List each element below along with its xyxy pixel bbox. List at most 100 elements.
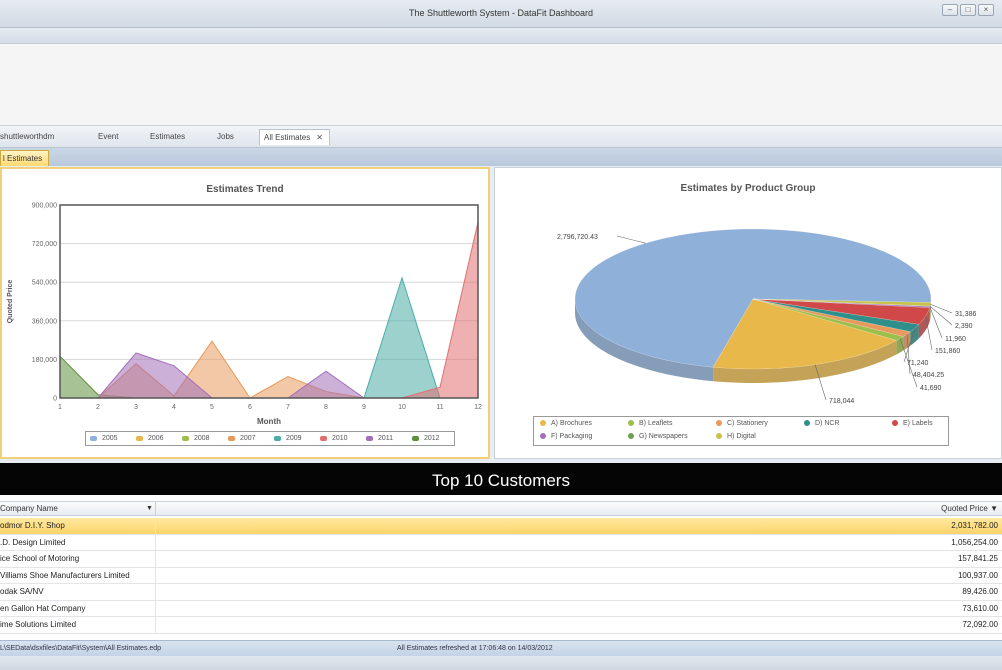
y-tick-label: 0	[53, 396, 57, 403]
legend-swatch	[320, 435, 327, 441]
column-quoted-price[interactable]: Quoted Price ▼	[941, 504, 998, 513]
legend-item-2011: 2011	[366, 435, 393, 442]
pie-value-label: 41,690	[920, 385, 942, 392]
legend-label: 2007	[240, 435, 256, 442]
pie-value-label: 2,796,720.43	[557, 234, 598, 241]
x-tick-label: 6	[248, 404, 252, 411]
taskbar	[0, 656, 1002, 670]
ribbon-area	[0, 44, 1002, 126]
filter-icon[interactable]: ▼	[990, 504, 998, 513]
legend-item-2008: 2008	[182, 435, 210, 442]
column-separator	[155, 600, 156, 617]
table-row[interactable]: Villiams Shoe Manufacturers Limited 100,9…	[0, 567, 1002, 584]
legend-swatch	[892, 420, 898, 427]
legend-swatch	[136, 435, 143, 441]
company-name-cell: Villiams Shoe Manufacturers Limited	[0, 570, 130, 580]
table-row[interactable]: en Gallon Hat Company 73,610.00	[0, 600, 1002, 617]
legend-item-B) Leaflets: B) Leaflets	[628, 420, 672, 427]
tab-jobs[interactable]: Jobs	[217, 132, 234, 141]
legend-label: H) Digital	[727, 433, 756, 440]
legend-label: C) Stationery	[727, 420, 768, 427]
legend-swatch	[716, 433, 722, 440]
table-row[interactable]: odak SA/NV 89,426.00	[0, 584, 1002, 601]
pie-value-label: 11,960	[945, 336, 966, 343]
legend-swatch	[228, 435, 235, 441]
close-icon[interactable]: ×	[978, 4, 994, 16]
legend-swatch	[412, 435, 419, 441]
top-customers-header: Top 10 Customers	[0, 463, 1002, 495]
column-company-name[interactable]: Company Name	[0, 504, 58, 513]
legend-swatch	[540, 420, 546, 427]
quoted-price-cell: 73,610.00	[962, 603, 998, 613]
x-tick-label: 5	[210, 404, 214, 411]
column-separator	[155, 502, 156, 516]
ribbon-tab-strip	[0, 28, 1002, 44]
x-tick-label: 11	[436, 404, 443, 411]
product-group-panel[interactable]: Estimates by Product Group 2,796,720.43 7…	[494, 167, 1002, 459]
legend-swatch	[182, 435, 189, 441]
x-tick-label: 2	[96, 404, 100, 411]
x-tick-label: 4	[172, 404, 176, 411]
table-row[interactable]: ime Solutions Limited 72,092.00	[0, 617, 1002, 634]
tab-dashboard-all-estimates[interactable]: l Estimates	[0, 150, 50, 166]
filter-icon[interactable]: ▼	[146, 505, 153, 512]
top-customers-grid[interactable]: Company Name ▼ Quoted Price ▼ odmor D.I.…	[0, 495, 1002, 640]
quoted-price-cell: 1,056,254.00	[951, 537, 998, 547]
legend-label: 2006	[148, 435, 164, 442]
x-tick-label: 1	[58, 404, 62, 411]
tab-all-estimates[interactable]: All Estimates ✕	[259, 129, 330, 145]
pie-leader-line	[616, 235, 646, 244]
column-separator	[155, 567, 156, 584]
x-axis-label: Month	[257, 417, 281, 426]
legend-swatch	[274, 435, 281, 441]
legend-label: F) Packaging	[551, 433, 593, 440]
legend-swatch	[90, 435, 97, 441]
legend-item-D) NCR: D) NCR	[804, 420, 840, 427]
close-tab-icon[interactable]: ✕	[316, 133, 323, 142]
tab-all-estimates-label: All Estimates	[264, 133, 311, 142]
x-tick-label: 10	[398, 404, 406, 411]
legend-swatch	[366, 435, 373, 441]
grid-header-row: Company Name ▼ Quoted Price ▼	[0, 501, 1002, 516]
legend-item-C) Stationery: C) Stationery	[716, 420, 768, 427]
table-row[interactable]: .D. Design Limited 1,056,254.00	[0, 534, 1002, 551]
y-axis-label: Quoted Price	[7, 280, 14, 324]
legend-swatch	[804, 420, 810, 427]
estimates-trend-panel[interactable]: Estimates Trend 0 180,000 360,000 540,000 72…	[0, 167, 490, 459]
x-tick-label: 9	[362, 404, 366, 411]
status-message: All Estimates refreshed at 17:06:48 on 1…	[397, 645, 553, 652]
legend-label: B) Leaflets	[639, 420, 673, 427]
minimize-icon[interactable]: –	[942, 4, 958, 16]
legend-item-H) Digital: H) Digital	[716, 433, 756, 440]
legend-item-2006: 2006	[136, 435, 164, 442]
legend-label: 2005	[102, 435, 118, 442]
legend-item-F) Packaging: F) Packaging	[540, 433, 592, 440]
column-separator	[155, 534, 156, 551]
legend-label: 2012	[424, 435, 440, 442]
quoted-price-cell: 2,031,782.00	[951, 521, 998, 530]
table-row[interactable]: ice School of Motoring 157,841.25	[0, 551, 1002, 568]
dashboard-tab-bar: l Estimates	[0, 148, 1002, 166]
pie-value-label: 2,390	[955, 323, 973, 330]
window-title-bar: The Shuttleworth System - DataFit Dashbo…	[0, 0, 1002, 28]
top-customers-title: Top 10 Customers	[432, 471, 570, 490]
column-quoted-price-label: Quoted Price	[941, 504, 988, 513]
tab-estimates[interactable]: Estimates	[150, 132, 185, 141]
company-name-cell: odmor D.I.Y. Shop	[0, 521, 65, 530]
x-tick-label: 8	[324, 404, 328, 411]
maximize-icon[interactable]: □	[960, 4, 976, 16]
pie-value-label: 71,240	[907, 360, 929, 367]
legend-swatch	[628, 433, 634, 440]
column-separator	[155, 617, 156, 633]
y-tick-label: 360,000	[32, 318, 57, 325]
company-name-cell: en Gallon Hat Company	[0, 603, 86, 613]
pie-leader-line	[930, 303, 953, 314]
tab-event[interactable]: Event	[98, 132, 118, 141]
column-separator	[155, 551, 156, 567]
legend-item-2005: 2005	[90, 435, 118, 442]
legend-swatch	[628, 420, 634, 427]
table-row[interactable]: odmor D.I.Y. Shop 2,031,782.00	[0, 518, 1002, 535]
company-name-cell: .D. Design Limited	[0, 537, 66, 547]
y-tick-label: 900,000	[32, 203, 57, 210]
tab-shuttleworthdm[interactable]: shuttleworthdm	[0, 132, 54, 141]
